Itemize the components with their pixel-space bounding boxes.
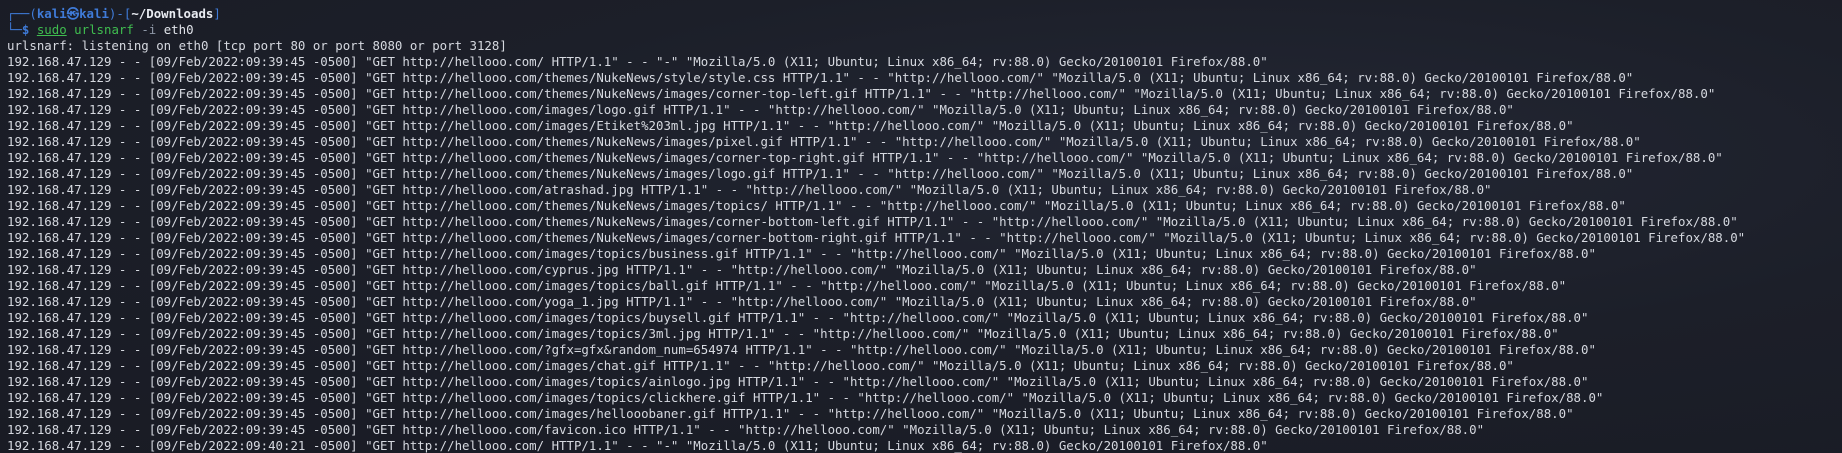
log-line: 192.168.47.129 - - [09/Feb/2022:09:39:45…	[7, 294, 1477, 309]
command-sudo: sudo	[36, 22, 67, 37]
prompt-at-symbol: ㉿	[66, 6, 80, 21]
command-arg: eth0	[163, 22, 194, 37]
log-line: 192.168.47.129 - - [09/Feb/2022:09:39:45…	[7, 230, 1746, 245]
log-line: 192.168.47.129 - - [09/Feb/2022:09:39:45…	[7, 326, 1559, 341]
prompt-frame-mid: )-[	[108, 6, 132, 21]
log-line: 192.168.47.129 - - [09/Feb/2022:09:39:45…	[7, 406, 1574, 421]
log-output: 192.168.47.129 - - [09/Feb/2022:09:39:45…	[7, 54, 1842, 453]
log-line: 192.168.47.129 - - [09/Feb/2022:09:39:45…	[7, 214, 1738, 229]
log-line: 192.168.47.129 - - [09/Feb/2022:09:39:45…	[7, 198, 1626, 213]
log-line: 192.168.47.129 - - [09/Feb/2022:09:39:45…	[7, 342, 1596, 357]
log-line: 192.168.47.129 - - [09/Feb/2022:09:39:45…	[7, 54, 1268, 69]
prompt-line-top: ┌──(kali㉿kali)-[~/Downloads]	[7, 6, 1842, 22]
log-line: 192.168.47.129 - - [09/Feb/2022:09:39:45…	[7, 278, 1567, 293]
log-line: 192.168.47.129 - - [09/Feb/2022:09:39:45…	[7, 86, 1716, 101]
prompt-directory: ~/Downloads	[131, 6, 214, 21]
log-line: 192.168.47.129 - - [09/Feb/2022:09:39:45…	[7, 390, 1604, 405]
terminal-window[interactable]: ┌──(kali㉿kali)-[~/Downloads] └─$ sudo ur…	[0, 0, 1842, 453]
log-line: 192.168.47.129 - - [09/Feb/2022:09:39:45…	[7, 118, 1574, 133]
log-line: 192.168.47.129 - - [09/Feb/2022:09:39:45…	[7, 262, 1477, 277]
prompt-frame-bottom: └─	[7, 22, 22, 37]
prompt-dollar: $	[21, 22, 37, 37]
command-line[interactable]: └─$ sudo urlsnarf -i eth0	[7, 22, 1842, 38]
prompt-host: kali	[79, 6, 109, 21]
status-line: urlsnarf: listening on eth0 [tcp port 80…	[7, 38, 507, 53]
log-line: 192.168.47.129 - - [09/Feb/2022:09:39:45…	[7, 70, 1634, 85]
log-line: 192.168.47.129 - - [09/Feb/2022:09:39:45…	[7, 102, 1514, 117]
log-line: 192.168.47.129 - - [09/Feb/2022:09:39:45…	[7, 134, 1641, 149]
log-line: 192.168.47.129 - - [09/Feb/2022:09:39:45…	[7, 150, 1723, 165]
command-name: urlsnarf	[74, 22, 134, 37]
log-line: 192.168.47.129 - - [09/Feb/2022:09:39:45…	[7, 166, 1634, 181]
log-line: 192.168.47.129 - - [09/Feb/2022:09:39:45…	[7, 374, 1589, 389]
log-line: 192.168.47.129 - - [09/Feb/2022:09:39:45…	[7, 422, 1485, 437]
prompt-user: kali	[36, 6, 67, 21]
log-line: 192.168.47.129 - - [09/Feb/2022:09:39:45…	[7, 358, 1514, 373]
log-line: 192.168.47.129 - - [09/Feb/2022:09:39:45…	[7, 246, 1596, 261]
log-line: 192.168.47.129 - - [09/Feb/2022:09:40:21…	[7, 438, 1268, 453]
log-line: 192.168.47.129 - - [09/Feb/2022:09:39:45…	[7, 310, 1589, 325]
prompt-frame-open: ┌──(	[7, 6, 37, 21]
log-line: 192.168.47.129 - - [09/Feb/2022:09:39:45…	[7, 182, 1492, 197]
command-flag: -i	[141, 22, 157, 37]
prompt-frame-close: ]	[213, 6, 221, 21]
